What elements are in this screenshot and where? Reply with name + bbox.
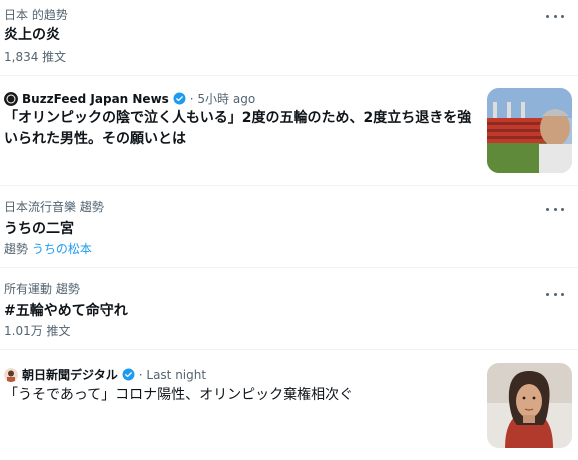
trend-tweet-count: 1,834 推文 [4,50,67,64]
more-options-icon[interactable] [546,10,564,22]
trend-related-link[interactable]: うちの松本 [32,242,92,256]
buzzfeed-avatar [4,91,18,106]
trend-item[interactable]: 所有運動 趨勢 #五輪やめて命守れ 1.01万 推文 [0,268,578,350]
news-headline: 「オリンピックの陰で泣く人もいる」2度の五輪のため、2度立ち退きを強いられた男性… [4,110,472,147]
news-source: 朝日新聞デジタル [22,368,118,382]
trend-context: 所有運動 趨勢 [4,282,80,296]
trend-title: #五輪やめて命守れ [4,303,128,319]
trend-related-label: 趨勢 [4,242,29,256]
asahi-avatar [4,367,18,382]
verified-badge-icon [173,92,186,105]
news-item[interactable]: BuzzFeed Japan News · 5小時 ago 「オリンピックの陰で… [0,76,578,186]
trend-title: 炎上の炎 [4,27,60,43]
trend-related: 趨勢 うちの松本 [4,240,92,257]
trend-context: 日本流行音樂 趨勢 [4,200,104,214]
news-time: · Last night [138,367,207,382]
trend-context: 日本 的趋势 [4,8,68,22]
trend-title: うちの二宮 [4,221,74,237]
more-options-icon[interactable] [546,203,564,215]
athlete-photo-icon[interactable] [487,363,572,448]
news-item[interactable]: 朝日新聞デジタル · Last night 「うそであって」コロナ陽性、オリンピ… [0,350,578,460]
trend-item[interactable]: 日本流行音樂 趨勢 うちの二宮 趨勢 うちの松本 [0,186,578,268]
trend-tweet-count: 1.01万 推文 [4,324,71,338]
verified-badge-icon [122,368,135,381]
news-headline: 「うそであって」コロナ陽性、オリンピック棄権相次ぐ [4,387,354,403]
news-header: BuzzFeed Japan News · 5小時 ago [4,90,255,107]
more-options-icon[interactable] [546,288,564,300]
trends-feed: 日本 的趋势 炎上の炎 1,834 推文 BuzzFeed Japan News… [0,0,578,460]
stadium-photo-icon[interactable] [487,88,572,173]
news-header: 朝日新聞デジタル · Last night [4,366,206,383]
trend-item[interactable]: 日本 的趋势 炎上の炎 1,834 推文 [0,0,578,76]
news-source: BuzzFeed Japan News [22,91,169,106]
news-time: · 5小時 ago [189,92,256,106]
